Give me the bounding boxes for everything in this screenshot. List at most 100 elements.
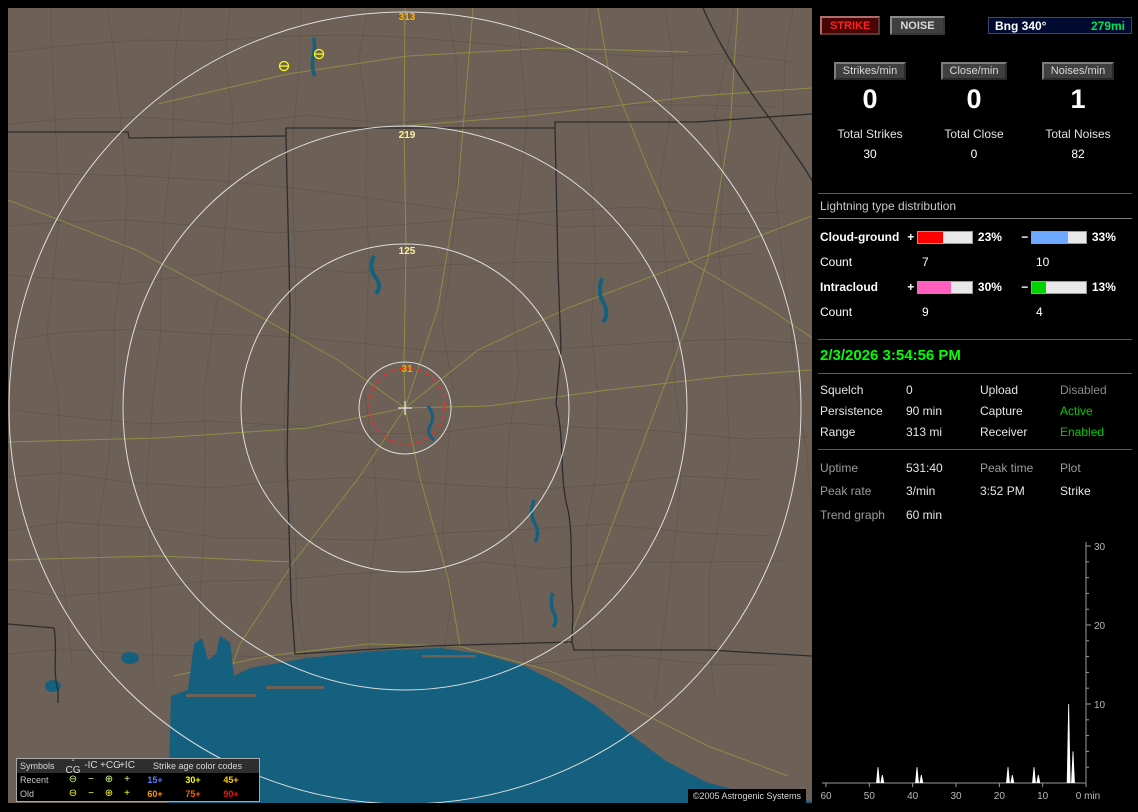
plus-sign: +: [907, 280, 915, 294]
ring-label-125: 125: [399, 246, 416, 257]
pos-cg-icon: ⊕: [104, 774, 114, 785]
bearing-label: Bng 340°: [995, 18, 1047, 33]
cg-positive-bar-fill: [918, 231, 944, 243]
uptime-label: Uptime: [820, 461, 859, 475]
close-per-min-value: 0: [966, 84, 982, 114]
ic-negative-bar-fill: [1032, 281, 1047, 293]
intracloud-count-row: Count 9 4: [818, 305, 1132, 319]
legend-symbols-header: Symbols: [20, 761, 55, 771]
ring-label-219: 219: [399, 130, 416, 141]
map-canvas[interactable]: 313 219 125 31: [8, 8, 812, 803]
ic-positive-bar-fill: [918, 281, 951, 293]
legend-col-pos-ic: +IC: [119, 760, 135, 771]
ic-negative-percent: 13%: [1091, 280, 1116, 294]
strikes-per-min-value: 0: [862, 84, 878, 114]
trend-window-value: 60 min: [906, 508, 943, 522]
total-noises-label: Total Noises: [1045, 127, 1111, 141]
age-code-15: 15+: [147, 775, 163, 785]
settings-grid: Squelch 0 Upload Disabled Persistence 90…: [818, 374, 1132, 449]
upload-label: Upload: [980, 383, 1019, 397]
noises-per-min-button[interactable]: Noises/min: [1041, 62, 1115, 80]
cg-positive-bar: [917, 230, 973, 244]
map-legend: Symbols -CG -IC +CG +IC Strike age color…: [16, 756, 260, 802]
persistence-label: Persistence: [820, 404, 883, 418]
mode-toolbar: STRIKE NOISE Bng 340° 279mi: [818, 16, 1132, 35]
age-code-30: 30+: [185, 775, 201, 785]
plot-value: Strike: [1060, 484, 1091, 498]
intracloud-row: Intracloud + 30% − 13%: [818, 280, 1132, 294]
distribution-title: Lightning type distribution: [818, 194, 1132, 219]
pos-cg-icon: ⊕: [104, 788, 114, 799]
bearing-display: Bng 340° 279mi: [988, 17, 1132, 34]
ring-label-31: 31: [401, 364, 413, 375]
age-code-45: 45+: [223, 775, 239, 785]
svg-text:50: 50: [864, 791, 876, 802]
peak-rate-label: Peak rate: [820, 484, 872, 498]
minus-sign: −: [1021, 280, 1029, 294]
strikes-per-min-button[interactable]: Strikes/min: [833, 62, 907, 80]
noises-column: Noises/min 1 Total Noises 82: [1026, 62, 1130, 161]
age-code-90: 90+: [223, 789, 239, 799]
legend-old-row: Old ⊖ − ⊕ + 60+ 75+ 90+: [17, 787, 259, 801]
total-strikes-value: 30: [863, 147, 877, 161]
ic-negative-bar: [1031, 280, 1087, 294]
noises-per-min-value: 1: [1070, 84, 1086, 114]
neg-ic-icon: −: [88, 774, 94, 785]
trend-graph-label: Trend graph: [820, 508, 885, 522]
strike-button[interactable]: STRIKE: [820, 16, 881, 35]
receiver-label: Receiver: [980, 425, 1028, 439]
nexstorm-window: 313 219 125 31 Symbols -CG -IC +CG +IC S…: [0, 0, 1138, 812]
age-code-75: 75+: [185, 789, 201, 799]
trend-graph-row: Trend graph 60 min: [818, 508, 1132, 522]
close-per-min-button[interactable]: Close/min: [940, 62, 1008, 80]
ic-positive-percent: 30%: [977, 280, 1002, 294]
squelch-value: 0: [906, 383, 913, 397]
total-close-value: 0: [970, 147, 978, 161]
neg-cg-icon: ⊖: [68, 788, 78, 799]
svg-text:40: 40: [907, 791, 919, 802]
bearing-distance: 279mi: [1090, 18, 1125, 33]
cg-positive-percent: 23%: [977, 230, 1002, 244]
uptime-value: 531:40: [906, 461, 943, 475]
svg-text:10: 10: [1094, 700, 1106, 711]
rate-counters: Strikes/min 0 Total Strikes 30 Close/min…: [818, 62, 1132, 161]
persistence-value: 90 min: [906, 404, 943, 418]
plot-label: Plot: [1060, 461, 1081, 475]
stats-grid: Uptime 531:40 Peak time Plot Peak rate 3…: [818, 449, 1132, 498]
ic-positive-count: 9: [922, 305, 929, 319]
legend-age-header: Strike age color codes: [152, 761, 243, 771]
range-label: Range: [820, 425, 856, 439]
legend-old-label: Old: [20, 789, 35, 799]
peak-time-value: 3:52 PM: [980, 484, 1025, 498]
legend-col-pos-cg: +CG: [100, 760, 121, 771]
cloud-ground-label: Cloud-ground: [820, 230, 900, 244]
strikes-column: Strikes/min 0 Total Strikes 30: [818, 62, 922, 161]
peak-rate-value: 3/min: [906, 484, 936, 498]
cg-negative-bar-fill: [1032, 231, 1068, 243]
status-panel: STRIKE NOISE Bng 340° 279mi Strikes/min …: [818, 8, 1132, 806]
trend-graph: 10 20 30 60 50 40 30 20 10 0 min: [820, 542, 1106, 802]
capture-status: Active: [1060, 404, 1093, 418]
pos-ic-icon: +: [124, 774, 130, 785]
neg-cg-icon: ⊖: [68, 774, 78, 785]
squelch-label: Squelch: [820, 383, 864, 397]
plus-sign: +: [907, 230, 915, 244]
svg-text:20: 20: [1094, 621, 1106, 632]
ring-label-313: 313: [399, 12, 416, 23]
svg-text:20: 20: [994, 791, 1006, 802]
lightning-map[interactable]: 313 219 125 31 Symbols -CG -IC +CG +IC S…: [8, 8, 812, 803]
cg-positive-count: 7: [922, 255, 929, 269]
pos-ic-icon: +: [124, 788, 130, 799]
total-noises-value: 82: [1071, 147, 1085, 161]
legend-recent-label: Recent: [20, 775, 49, 785]
capture-label: Capture: [980, 404, 1023, 418]
svg-text:30: 30: [1094, 542, 1106, 553]
cloud-ground-count-row: Count 7 10: [818, 255, 1132, 269]
legend-recent-row: Recent ⊖ − ⊕ + 15+ 30+ 45+: [17, 773, 259, 787]
count-label: Count: [820, 305, 853, 319]
legend-header: Symbols -CG -IC +CG +IC Strike age color…: [17, 756, 259, 776]
peak-time-label: Peak time: [980, 461, 1034, 475]
noise-button[interactable]: NOISE: [890, 16, 945, 35]
upload-status: Disabled: [1060, 383, 1107, 397]
close-column: Close/min 0 Total Close 0: [922, 62, 1026, 161]
